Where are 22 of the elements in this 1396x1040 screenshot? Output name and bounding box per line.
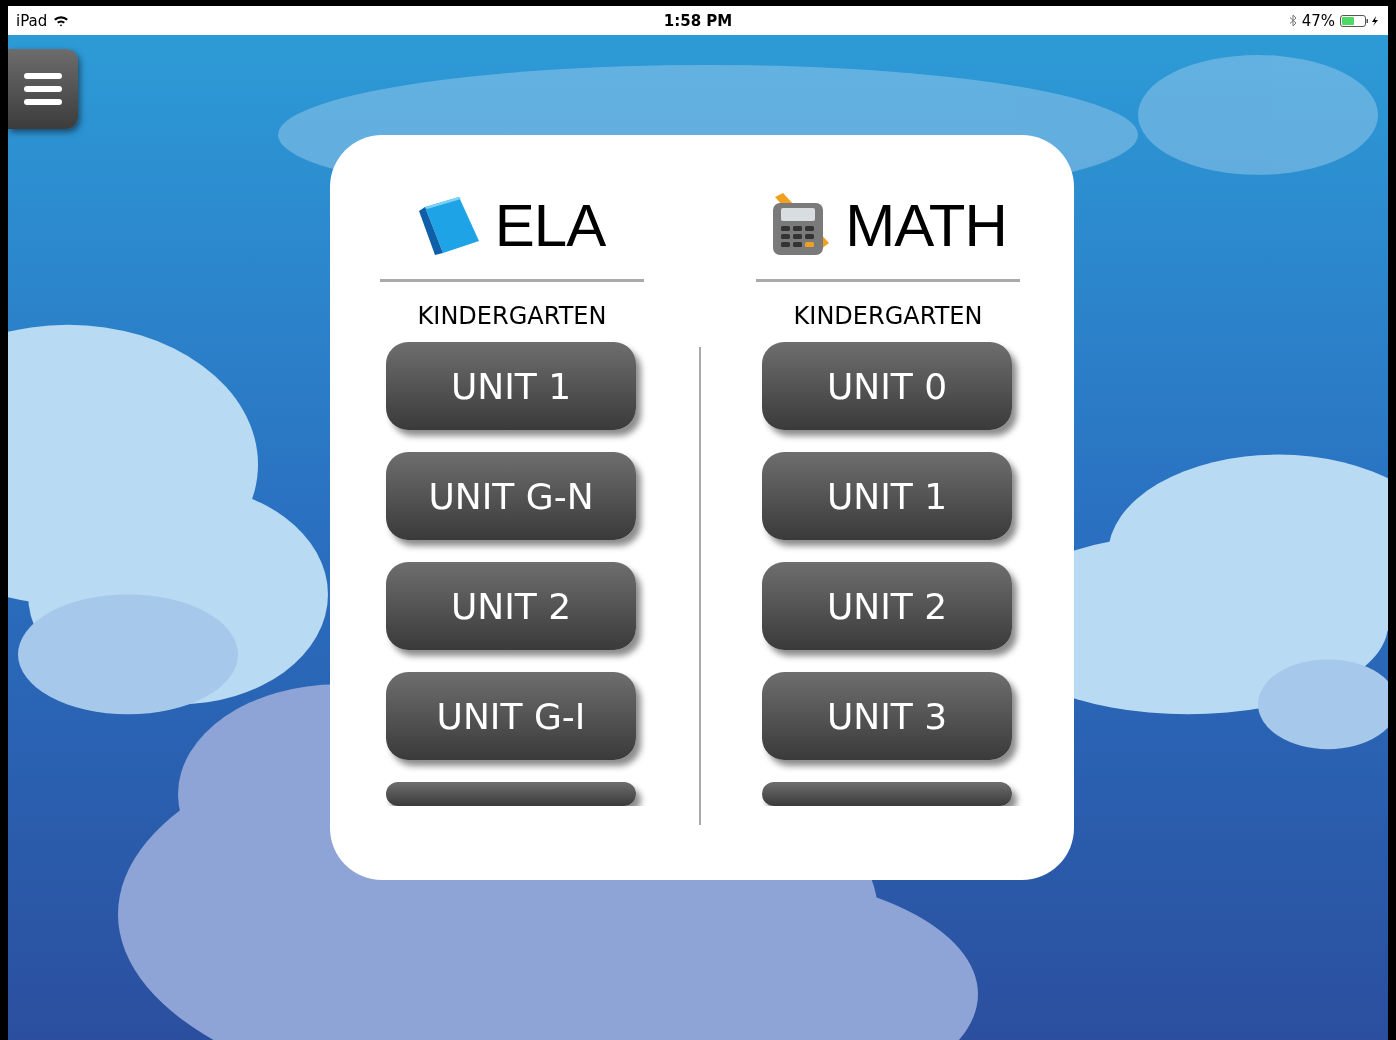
partial-unit-button[interactable] <box>386 782 636 806</box>
battery-percent: 47% <box>1301 11 1335 30</box>
unit-button[interactable]: UNIT G-I <box>386 672 636 760</box>
grade-label: KINDERGARTEN <box>793 302 983 332</box>
unit-button[interactable]: UNIT 0 <box>762 342 1012 430</box>
subject-title: MATH <box>845 190 1007 260</box>
status-time: 1:58 PM <box>663 11 733 30</box>
battery-charging-icon <box>1340 14 1380 27</box>
bluetooth-icon <box>1288 14 1297 27</box>
unit-button[interactable]: UNIT 1 <box>386 342 636 430</box>
device-name: iPad <box>16 11 48 30</box>
grade-label: KINDERGARTEN <box>417 302 607 332</box>
unit-button[interactable]: UNIT 2 <box>762 562 1012 650</box>
partial-unit-button[interactable] <box>762 782 1012 806</box>
menu-icon <box>23 70 63 108</box>
unit-button[interactable]: UNIT 1 <box>762 452 1012 540</box>
menu-button[interactable] <box>8 49 78 129</box>
unit-button[interactable]: UNIT 3 <box>762 672 1012 760</box>
subject-title: ELA <box>494 190 606 260</box>
unit-button[interactable]: UNIT G-N <box>386 452 636 540</box>
unit-button[interactable]: UNIT 2 <box>386 562 636 650</box>
wifi-icon <box>53 14 70 27</box>
